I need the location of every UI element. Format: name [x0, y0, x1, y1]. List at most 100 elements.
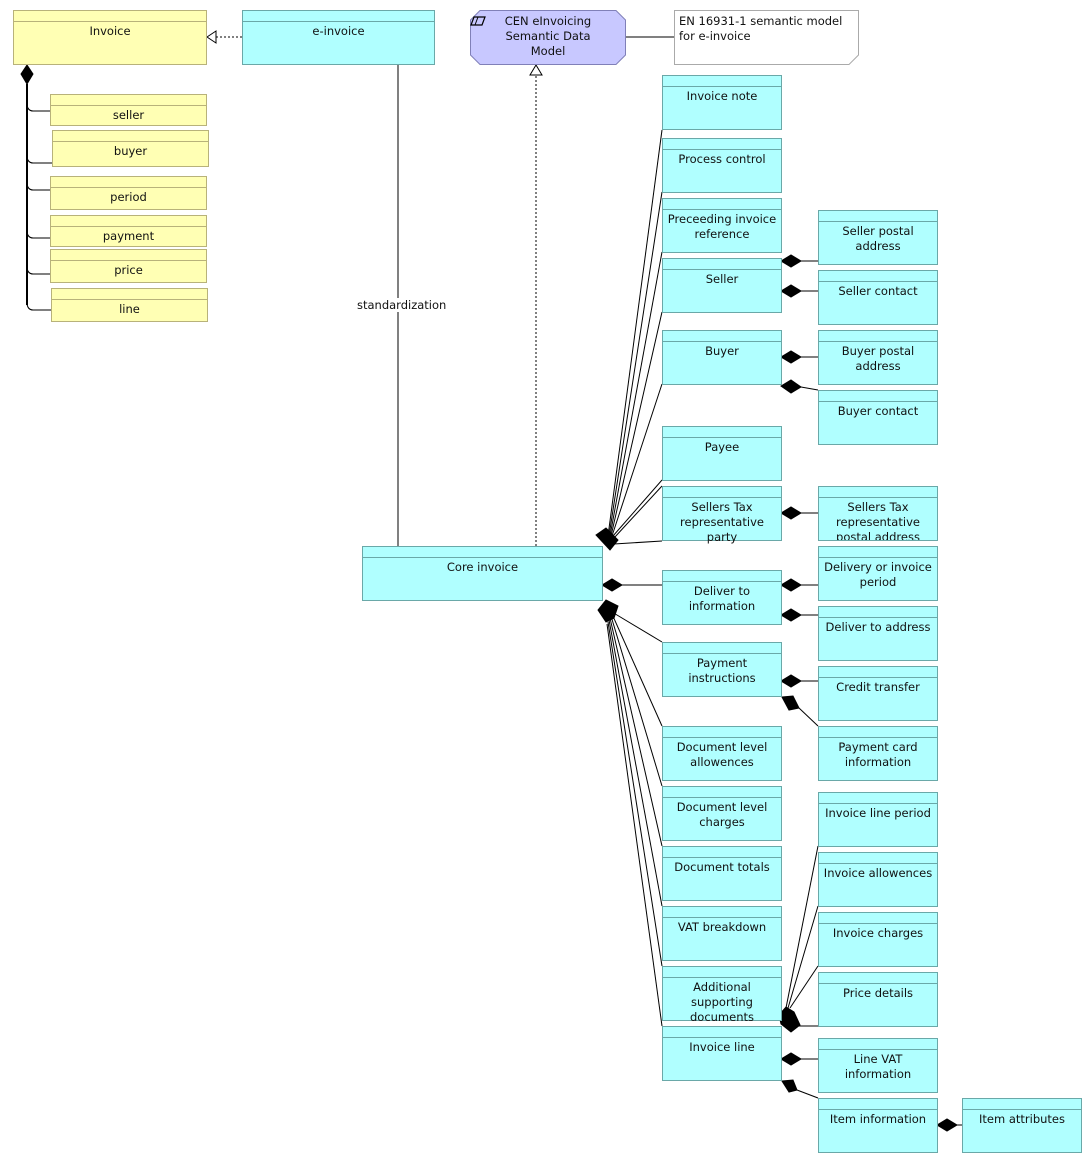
class-line-business[interactable]: line: [51, 288, 208, 322]
class-invoice-note[interactable]: Invoice note: [662, 75, 782, 130]
composition-diamond: [780, 284, 802, 298]
class-label: Invoice charges: [832, 926, 924, 940]
class-label: Deliver to address: [825, 620, 931, 634]
composition-diamond: [781, 695, 800, 711]
composition-invoice-period[interactable]: [26, 183, 50, 191]
composition-diamond: [780, 608, 802, 622]
class-label: line: [119, 302, 140, 316]
composition-diamond: [781, 1079, 798, 1093]
class-label: Delivery or invoice period: [824, 560, 932, 589]
class-label: Credit transfer: [836, 680, 920, 694]
class-buyer-business[interactable]: buyer: [52, 130, 209, 167]
class-vat-breakdown[interactable]: VAT breakdown: [662, 906, 782, 961]
class-label: Preceeding invoice reference: [667, 212, 777, 241]
composition-diamond: [780, 674, 802, 688]
class-label: Document level charges: [676, 800, 768, 829]
class-buyer[interactable]: Buyer: [662, 330, 782, 385]
class-preceeding-invoice-reference[interactable]: Preceeding invoice reference: [662, 198, 782, 253]
class-label: e-invoice: [312, 24, 365, 38]
class-document-level-allowences[interactable]: Document level allowences: [662, 726, 782, 781]
class-label: payment: [102, 229, 155, 243]
class-price-details[interactable]: Price details: [818, 972, 938, 1027]
representation-icon: [470, 16, 486, 26]
class-label: Line VAT information: [844, 1052, 912, 1081]
class-process-control[interactable]: Process control: [662, 138, 782, 193]
class-label: Invoice: [89, 24, 131, 38]
class-label: Document totals: [674, 860, 770, 874]
class-item-information[interactable]: Item information: [818, 1098, 938, 1153]
class-deliver-to-information[interactable]: Deliver to information: [662, 570, 782, 625]
class-label: Item attributes: [979, 1112, 1065, 1126]
class-additional-supporting-documents[interactable]: Additional supporting documents: [662, 966, 782, 1024]
class-label: buyer: [113, 144, 148, 158]
composition-diamond: [780, 578, 802, 592]
class-period-business[interactable]: period: [50, 176, 207, 210]
class-label: Document level allowences: [676, 740, 768, 769]
class-core-invoice[interactable]: Core invoice: [362, 546, 603, 601]
class-label: Payment card information: [838, 740, 918, 769]
class-credit-transfer[interactable]: Credit transfer: [818, 666, 938, 721]
class-line-vat-information[interactable]: Line VAT information: [818, 1038, 938, 1093]
class-invoice[interactable]: Invoice: [13, 10, 207, 65]
class-buyer-postal-address[interactable]: Buyer postal address: [818, 330, 938, 385]
class-invoice-charges[interactable]: Invoice charges: [818, 912, 938, 967]
class-document-totals[interactable]: Document totals: [662, 846, 782, 901]
note[interactable]: EN 16931-1 semantic model for e-invoice: [674, 10, 859, 65]
class-seller-postal-address[interactable]: Seller postal address: [818, 210, 938, 265]
composition-diamond: [778, 1006, 801, 1033]
note-text: EN 16931-1 semantic model for e-invoice: [679, 14, 843, 43]
class-sellers-tax-representative-party[interactable]: Sellers Tax representative party: [662, 486, 782, 544]
class-label: Sellers Tax representative postal addres…: [836, 500, 920, 541]
class-label: Invoice line period: [825, 806, 931, 820]
composition-diamond: [597, 599, 619, 623]
class-label: Payment instructions: [688, 656, 756, 685]
class-label: period: [110, 190, 147, 204]
class-label: VAT breakdown: [677, 920, 767, 934]
composition-diamond: [936, 1118, 958, 1132]
class-label: price: [114, 263, 143, 277]
artifact-cen-einvoicing-model[interactable]: CEN eInvoicing Semantic Data Model: [470, 10, 626, 65]
class-document-level-charges[interactable]: Document level charges: [662, 786, 782, 841]
class-label: Price details: [842, 986, 914, 1000]
composition-diamond: [780, 379, 802, 394]
class-e-invoice[interactable]: e-invoice: [242, 10, 435, 65]
class-delivery-or-invoice-period[interactable]: Delivery or invoice period: [818, 546, 938, 601]
class-buyer-contact[interactable]: Buyer contact: [818, 390, 938, 445]
class-seller-contact[interactable]: Seller contact: [818, 270, 938, 325]
standardization-label: standardization: [356, 298, 448, 312]
composition-fan-lower[interactable]: [606, 611, 663, 1027]
class-price-business[interactable]: price: [50, 249, 207, 283]
composition-invoice-price[interactable]: [26, 267, 50, 275]
class-label: Invoice allowences: [823, 866, 933, 880]
class-label: Invoice line: [689, 1040, 755, 1054]
class-label: seller: [112, 108, 145, 122]
composition-diamond: [20, 64, 34, 85]
class-payment-card-information[interactable]: Payment card information: [818, 726, 938, 781]
composition-diamond: [780, 350, 802, 364]
artifact-label: CEN eInvoicing Semantic Data Model: [504, 14, 592, 58]
class-payee[interactable]: Payee: [662, 426, 782, 481]
class-label: Seller contact: [838, 284, 918, 298]
class-label: Process control: [678, 152, 766, 166]
composition-invoice-payment[interactable]: [26, 231, 50, 239]
class-invoice-line[interactable]: Invoice line: [662, 1026, 782, 1081]
class-seller[interactable]: Seller: [662, 258, 782, 313]
composition-diamond: [601, 578, 623, 592]
composition-invoice-seller[interactable]: [26, 104, 50, 112]
class-seller-business[interactable]: seller: [50, 94, 207, 126]
class-label: Payee: [704, 440, 740, 454]
class-deliver-to-address[interactable]: Deliver to address: [818, 606, 938, 661]
class-item-attributes[interactable]: Item attributes: [962, 1098, 1082, 1153]
composition-invoice-buyer[interactable]: [26, 156, 52, 164]
class-invoice-allowences[interactable]: Invoice allowences: [818, 852, 938, 907]
composition-fan-invoice-line[interactable]: [785, 845, 819, 1027]
class-sellers-tax-representative-postal-address[interactable]: Sellers Tax representative postal addres…: [818, 486, 938, 541]
class-label: Buyer: [705, 344, 739, 358]
class-label: Seller: [705, 272, 739, 286]
composition-fan-upper[interactable]: [607, 129, 663, 545]
composition-invoice-line[interactable]: [26, 303, 51, 311]
class-payment-instructions[interactable]: Payment instructions: [662, 642, 782, 697]
class-payment-business[interactable]: payment: [50, 215, 207, 247]
class-invoice-line-period[interactable]: Invoice line period: [818, 792, 938, 847]
composition-diamond: [780, 254, 802, 268]
